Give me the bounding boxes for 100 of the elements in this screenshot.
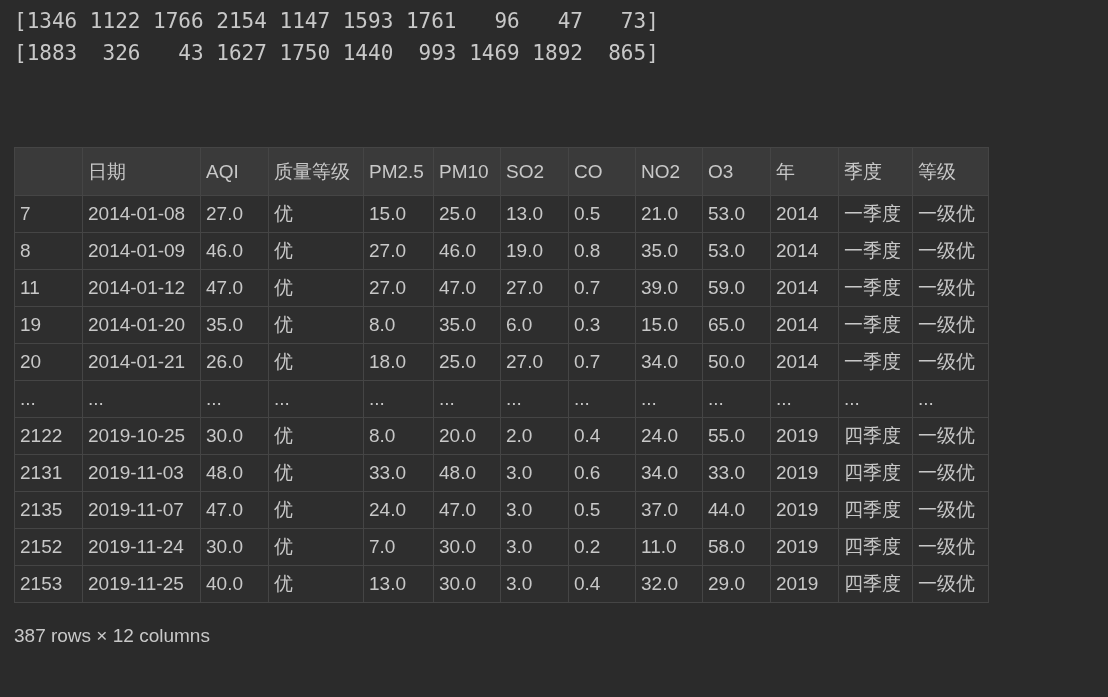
table-cell: 0.5: [568, 491, 636, 529]
table-cell: 8.0: [363, 417, 434, 455]
table-cell: 34.0: [635, 343, 703, 381]
table-cell: 2014-01-09: [82, 232, 201, 270]
table-cell: 8.0: [363, 306, 434, 344]
table-cell: 40.0: [200, 565, 269, 603]
table-cell: 2019: [770, 528, 839, 566]
table-cell: ...: [363, 380, 434, 418]
table-cell: 53.0: [702, 195, 771, 233]
table-cell: ...: [912, 380, 989, 418]
table-cell: 优: [268, 565, 364, 603]
table-cell: 一级优: [912, 195, 989, 233]
table-cell: 19: [14, 306, 83, 344]
table-cell: 3.0: [500, 528, 569, 566]
table-cell: 优: [268, 528, 364, 566]
column-header: AQI: [200, 147, 269, 196]
table-cell: 3.0: [500, 454, 569, 492]
table-cell: ...: [838, 380, 913, 418]
table-cell: 20: [14, 343, 83, 381]
table-cell: 15.0: [635, 306, 703, 344]
table-cell: 一季度: [838, 343, 913, 381]
table-cell: 6.0: [500, 306, 569, 344]
table-cell: ...: [14, 380, 83, 418]
table-cell: 59.0: [702, 269, 771, 307]
table-cell: ...: [268, 380, 364, 418]
table-cell: ...: [770, 380, 839, 418]
table-cell: 2014-01-20: [82, 306, 201, 344]
table-cell: 四季度: [838, 491, 913, 529]
table-cell: 34.0: [635, 454, 703, 492]
table-cell: 37.0: [635, 491, 703, 529]
table-cell: 46.0: [200, 232, 269, 270]
table-cell: 2019-11-25: [82, 565, 201, 603]
table-cell: 一季度: [838, 195, 913, 233]
column-header: PM10: [433, 147, 501, 196]
table-cell: 2122: [14, 417, 83, 455]
table-cell: 65.0: [702, 306, 771, 344]
column-header: CO: [568, 147, 636, 196]
table-cell: 2014: [770, 343, 839, 381]
table-cell: 27.0: [363, 232, 434, 270]
table-cell: 优: [268, 491, 364, 529]
table-cell: 一级优: [912, 269, 989, 307]
table-cell: 2153: [14, 565, 83, 603]
table-cell: 39.0: [635, 269, 703, 307]
table-cell: 48.0: [433, 454, 501, 492]
column-header: SO2: [500, 147, 569, 196]
table-cell: 2019: [770, 454, 839, 492]
table-cell: 优: [268, 417, 364, 455]
table-cell: 47.0: [433, 269, 501, 307]
table-cell: 2014-01-21: [82, 343, 201, 381]
table-cell: 30.0: [200, 417, 269, 455]
table-cell: 2019-11-03: [82, 454, 201, 492]
table-cell: 一级优: [912, 454, 989, 492]
table-cell: 0.8: [568, 232, 636, 270]
table-cell: 25.0: [433, 343, 501, 381]
column-header: 质量等级: [268, 147, 364, 196]
table-cell: 24.0: [363, 491, 434, 529]
table-cell: 18.0: [363, 343, 434, 381]
table-cell: 46.0: [433, 232, 501, 270]
table-cell: 21.0: [635, 195, 703, 233]
table-cell: ...: [82, 380, 201, 418]
table-cell: 优: [268, 195, 364, 233]
table-cell: 13.0: [500, 195, 569, 233]
table-cell: 30.0: [433, 528, 501, 566]
table-cell: 2.0: [500, 417, 569, 455]
column-header: NO2: [635, 147, 703, 196]
table-cell: 优: [268, 306, 364, 344]
column-header: 年: [770, 147, 839, 196]
table-cell: 2131: [14, 454, 83, 492]
table-cell: 四季度: [838, 454, 913, 492]
table-cell: ...: [433, 380, 501, 418]
table-cell: 24.0: [635, 417, 703, 455]
table-cell: 7: [14, 195, 83, 233]
table-cell: 32.0: [635, 565, 703, 603]
table-cell: 0.2: [568, 528, 636, 566]
table-cell: 2019: [770, 491, 839, 529]
table-cell: 一级优: [912, 232, 989, 270]
table-cell: 0.7: [568, 269, 636, 307]
table-cell: 2152: [14, 528, 83, 566]
table-cell: 一级优: [912, 343, 989, 381]
table-cell: 2019: [770, 565, 839, 603]
table-cell: 优: [268, 343, 364, 381]
table-cell: 一级优: [912, 306, 989, 344]
table-cell: 一级优: [912, 491, 989, 529]
table-cell: 11: [14, 269, 83, 307]
table-cell: ...: [635, 380, 703, 418]
table-cell: 47.0: [200, 269, 269, 307]
table-cell: 50.0: [702, 343, 771, 381]
output-line: [1883 326 43 1627 1750 1440 993 1469 1892 865]: [14, 40, 660, 67]
table-cell: 27.0: [500, 343, 569, 381]
table-cell: 一季度: [838, 232, 913, 270]
table-cell: 20.0: [433, 417, 501, 455]
table-cell: 35.0: [635, 232, 703, 270]
table-cell: 2014: [770, 269, 839, 307]
table-cell: 0.6: [568, 454, 636, 492]
table-cell: 2014: [770, 306, 839, 344]
column-header: 季度: [838, 147, 913, 196]
table-cell: 0.3: [568, 306, 636, 344]
table-cell: 33.0: [363, 454, 434, 492]
table-cell: 一级优: [912, 417, 989, 455]
column-header: 日期: [82, 147, 201, 196]
